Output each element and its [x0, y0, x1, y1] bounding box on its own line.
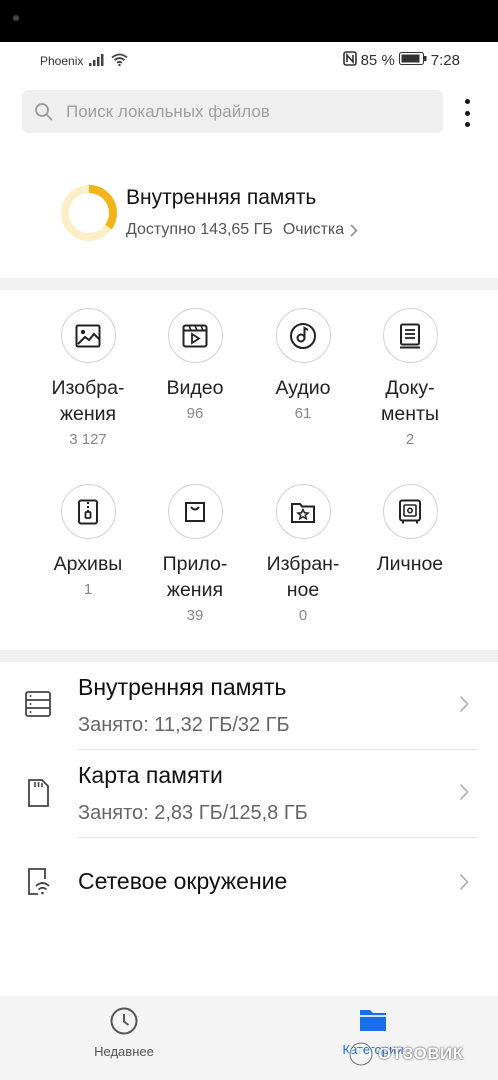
- battery-percent: 85 %: [360, 52, 395, 69]
- category-count: 1: [83, 581, 93, 598]
- location-usage: Занято: 2,83 ГБ/125,8 ГБ: [78, 802, 308, 824]
- storage-summary-card[interactable]: Внутренняя память Доступно 143,65 ГБ Очи…: [0, 150, 498, 276]
- section-gap: [0, 278, 498, 290]
- category-images[interactable]: Изобра- жения 3 127: [33, 308, 143, 453]
- category-count: 2: [405, 431, 415, 448]
- status-right: 85 % 7:28: [342, 51, 460, 70]
- category-archives[interactable]: Архивы 1: [33, 484, 143, 603]
- wifi-icon: [111, 53, 128, 69]
- clean-label: Очистка: [282, 221, 345, 238]
- camera-dot: [13, 15, 19, 21]
- category-apps[interactable]: Прило- жения 39: [140, 484, 250, 629]
- category-count: 39: [186, 607, 204, 624]
- category-count: 61: [294, 405, 312, 422]
- category-label: Личное: [376, 553, 444, 575]
- storage-available: Доступно 143,65 ГБ: [126, 221, 273, 238]
- category-count: 3 127: [69, 431, 107, 448]
- nfc-icon: [342, 51, 357, 70]
- audio-icon: [275, 308, 331, 363]
- category-private[interactable]: Личное: [355, 484, 465, 577]
- apps-icon: [167, 484, 223, 539]
- category-label: Архивы: [53, 553, 123, 575]
- video-icon: [167, 308, 223, 363]
- chevron-right-icon: [459, 783, 469, 806]
- chevron-right-icon: [350, 223, 358, 237]
- signal-icon: [89, 53, 105, 69]
- internal-storage-icon: [24, 690, 52, 723]
- location-network[interactable]: Сетевое окружение: [0, 838, 498, 926]
- category-label: Прило- жения: [162, 553, 228, 601]
- watermark-logo: [348, 1041, 374, 1067]
- watermark-text: ОТЗОВИК: [378, 1044, 464, 1063]
- section-gap: [0, 650, 498, 662]
- clean-button[interactable]: Очистка: [283, 221, 358, 239]
- more-options-icon[interactable]: [456, 98, 478, 128]
- system-top-bar: [0, 0, 498, 42]
- category-label: Изобра- жения: [51, 377, 125, 425]
- watermark: ОТЗОВИК: [348, 1038, 488, 1070]
- search-icon: [34, 102, 54, 122]
- location-title: Сетевое окружение: [78, 868, 288, 894]
- chevron-right-icon: [459, 695, 469, 718]
- location-usage: Занято: 11,32 ГБ/32 ГБ: [78, 714, 290, 736]
- storage-summary-title: Внутренняя память: [126, 186, 317, 209]
- search-input[interactable]: [66, 101, 426, 122]
- category-audio[interactable]: Аудио 61: [248, 308, 358, 427]
- document-icon: [382, 308, 438, 363]
- storage-usage-ring: [61, 185, 117, 241]
- storage-summary-subline: Доступно 143,65 ГБ Очистка: [126, 221, 358, 239]
- network-icon: [24, 866, 52, 903]
- search-bar[interactable]: [22, 90, 443, 133]
- status-bar: Phoenix 85 % 7:28: [0, 42, 498, 80]
- carrier-name: Phoenix: [40, 54, 84, 68]
- location-title: Карта памяти: [78, 762, 223, 788]
- image-icon: [60, 308, 116, 363]
- category-video[interactable]: Видео 96: [140, 308, 250, 427]
- chevron-right-icon: [459, 873, 469, 896]
- status-left: Phoenix: [40, 53, 128, 69]
- category-grid: Изобра- жения 3 127 Видео 96 Аудио 61 До…: [0, 290, 498, 650]
- sd-card-icon: [24, 778, 52, 813]
- tab-recent[interactable]: Недавнее: [64, 1006, 184, 1059]
- location-internal-storage[interactable]: Внутренняя память Занято: 11,32 ГБ/32 ГБ: [0, 662, 498, 750]
- category-count: 96: [186, 405, 204, 422]
- category-label: Аудио: [275, 377, 331, 399]
- category-label: Избран- ное: [266, 553, 340, 601]
- safe-icon: [382, 484, 438, 539]
- tab-label: Недавнее: [94, 1044, 154, 1059]
- category-label: Доку- менты: [381, 377, 439, 425]
- category-label: Видео: [166, 377, 224, 399]
- battery-icon: [398, 52, 427, 69]
- location-title: Внутренняя память: [78, 674, 287, 700]
- favorites-icon: [275, 484, 331, 539]
- category-count: 0: [298, 607, 308, 624]
- clock: 7:28: [430, 52, 460, 69]
- folder-icon: [360, 1010, 386, 1031]
- archive-icon: [60, 484, 116, 539]
- location-memory-card[interactable]: Карта памяти Занято: 2,83 ГБ/125,8 ГБ: [0, 750, 498, 838]
- clock-icon: [110, 1007, 138, 1035]
- category-documents[interactable]: Доку- менты 2: [355, 308, 465, 453]
- category-favorites[interactable]: Избран- ное 0: [248, 484, 358, 629]
